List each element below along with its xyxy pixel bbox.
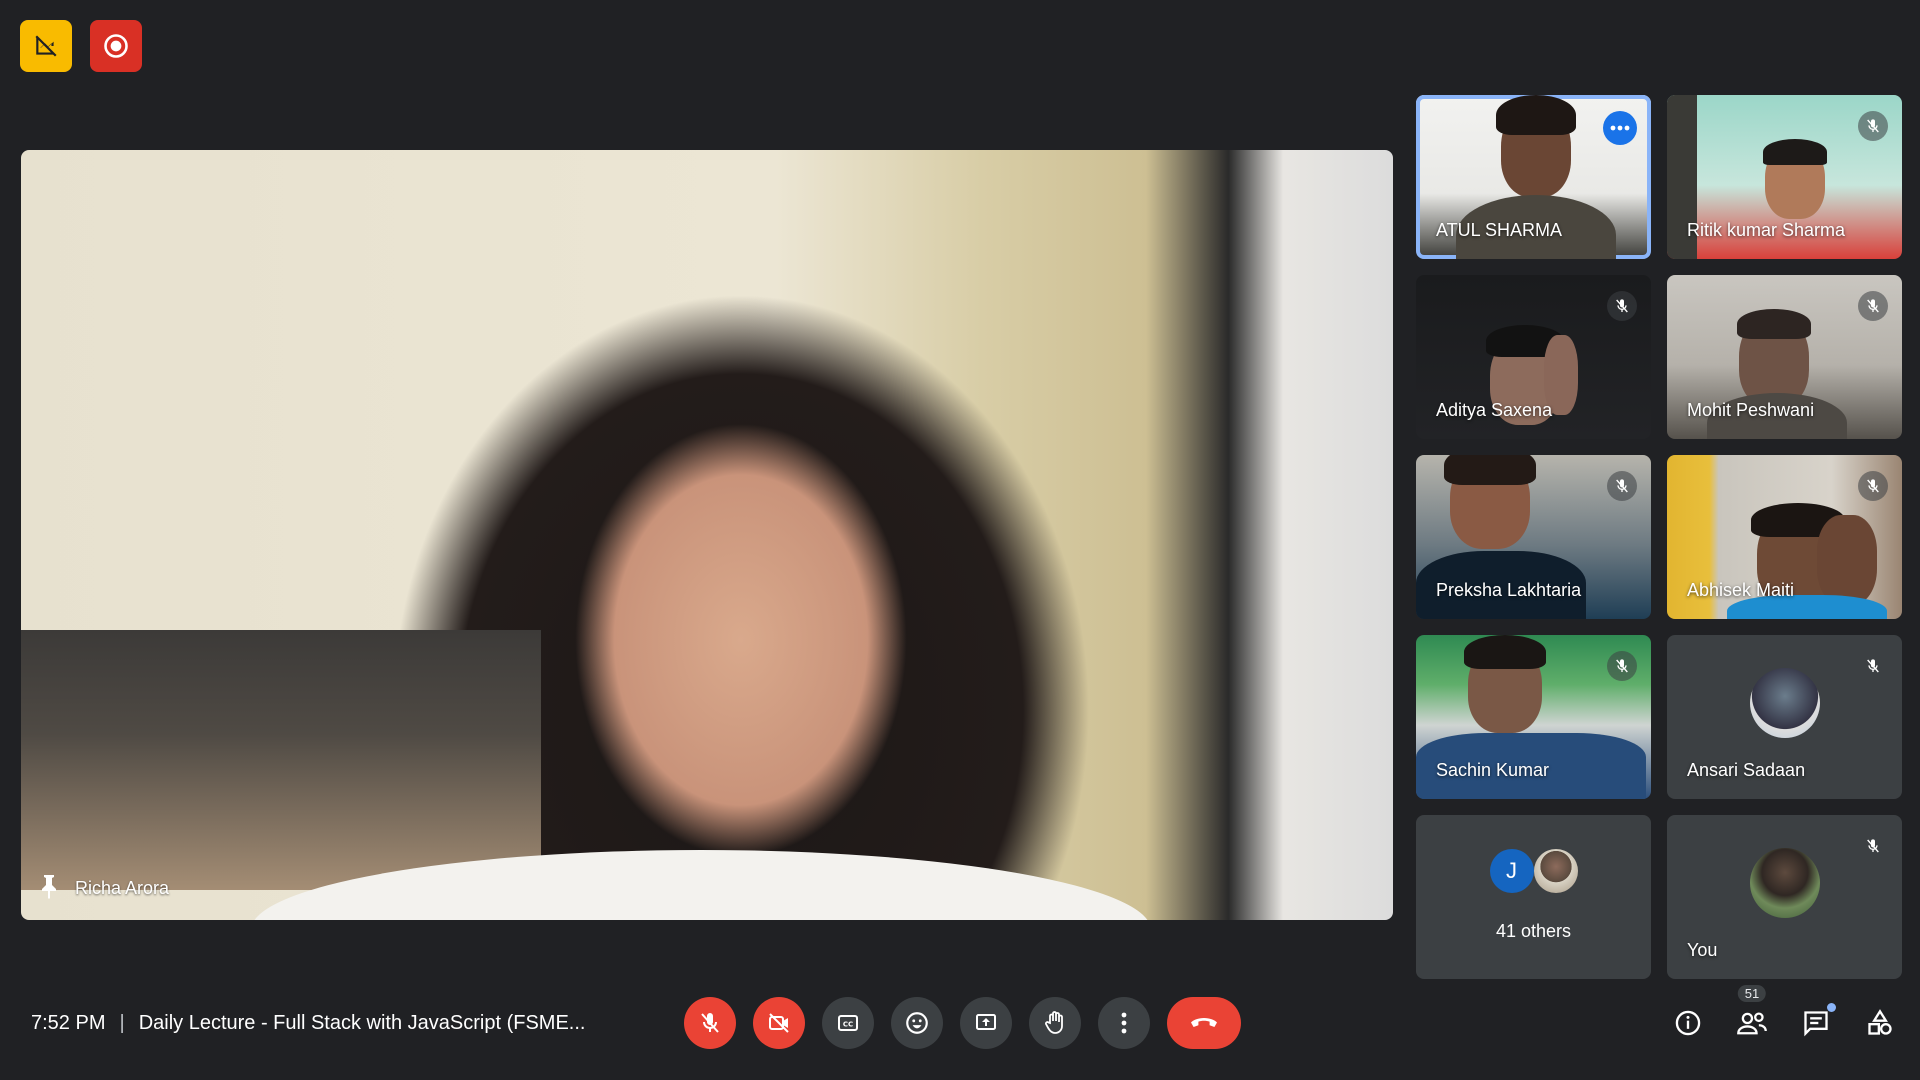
main-video[interactable]: Richa Arora <box>21 150 1393 920</box>
present-icon[interactable] <box>960 997 1012 1049</box>
meeting-time: 7:52 PM <box>31 1012 106 1034</box>
hang-up-icon[interactable] <box>1167 997 1241 1049</box>
participant-tile[interactable]: Preksha Lakhtaria <box>1416 455 1651 619</box>
participant-tile[interactable]: Sachin Kumar <box>1416 635 1651 799</box>
main-participant-name: Richa Arora <box>75 878 170 898</box>
bottom-bar: 7:52 PM | Daily Lecture - Full Stack wit… <box>0 972 1920 1080</box>
svg-text:CC: CC <box>843 1021 853 1029</box>
divider: | <box>119 1012 125 1034</box>
self-tile[interactable]: You <box>1667 815 1902 979</box>
participant-count-badge: 51 <box>1737 985 1767 1002</box>
mic-off-icon <box>1858 471 1888 501</box>
recording-icon[interactable] <box>90 20 142 72</box>
unread-dot <box>1827 1003 1836 1012</box>
mic-off-icon <box>1607 291 1637 321</box>
info-icon[interactable] <box>1670 1005 1706 1041</box>
mic-off-icon <box>1607 471 1637 501</box>
avatar <box>1749 848 1820 918</box>
mic-off-icon <box>1858 831 1888 861</box>
mic-off-icon <box>1858 291 1888 321</box>
participant-name: Preksha Lakhtaria <box>1436 580 1582 600</box>
more-options-icon[interactable] <box>1603 111 1637 145</box>
activities-icon[interactable] <box>1862 1005 1898 1041</box>
pin-icon[interactable] <box>39 873 59 904</box>
call-controls: CC <box>684 997 1241 1049</box>
avatar <box>1533 849 1578 893</box>
camera-off-icon[interactable] <box>753 997 805 1049</box>
avatar-initial: J <box>1506 858 1517 883</box>
emoji-icon[interactable] <box>891 997 943 1049</box>
more-options-icon[interactable] <box>1098 997 1150 1049</box>
meeting-title[interactable]: Daily Lecture - Full Stack with JavaScri… <box>139 1012 586 1035</box>
mic-off-icon <box>1858 111 1888 141</box>
participant-name: ATUL SHARMA <box>1436 220 1563 240</box>
chat-icon[interactable] <box>1798 1003 1836 1041</box>
others-tile[interactable]: J 41 others <box>1416 815 1651 979</box>
mic-off-icon <box>1858 651 1888 681</box>
participant-tile[interactable]: Abhisek Maiti <box>1667 455 1902 619</box>
participant-name: Aditya Saxena <box>1436 400 1553 420</box>
participant-name: Sachin Kumar <box>1436 760 1550 780</box>
avatar <box>1749 668 1820 738</box>
participant-name: Abhisek Maiti <box>1687 580 1795 600</box>
participant-tile[interactable]: ATUL SHARMA <box>1416 95 1651 259</box>
side-panel-controls: 51 <box>1670 985 1898 1041</box>
video-background <box>21 630 541 890</box>
avatar: J <box>1489 849 1534 893</box>
people-icon[interactable]: 51 <box>1734 985 1770 1041</box>
raise-hand-icon[interactable] <box>1029 997 1081 1049</box>
participant-tile[interactable]: Aditya Saxena <box>1416 275 1651 439</box>
others-avatars: J <box>1416 849 1651 893</box>
others-label: 41 others <box>1495 921 1572 941</box>
participant-tile[interactable]: Ritik kumar Sharma <box>1667 95 1902 259</box>
mic-off-icon <box>1607 651 1637 681</box>
data-saver-off-icon[interactable] <box>20 20 72 72</box>
participant-name: Ritik kumar Sharma <box>1687 220 1846 240</box>
participant-tile[interactable]: Mohit Peshwani <box>1667 275 1902 439</box>
captions-icon[interactable]: CC <box>822 997 874 1049</box>
self-name: You <box>1687 940 1718 960</box>
meeting-info: 7:52 PM | Daily Lecture - Full Stack wit… <box>31 1012 585 1035</box>
participant-grid: ATUL SHARMA Ritik kumar Sharma Aditya Sa… <box>1416 95 1902 979</box>
mic-off-icon[interactable] <box>684 997 736 1049</box>
participant-name: Mohit Peshwani <box>1687 400 1815 420</box>
main-video-label: Richa Arora <box>39 873 169 904</box>
participant-name: Ansari Sadaan <box>1687 760 1806 780</box>
participant-tile[interactable]: Ansari Sadaan <box>1667 635 1902 799</box>
status-badges <box>20 20 142 72</box>
